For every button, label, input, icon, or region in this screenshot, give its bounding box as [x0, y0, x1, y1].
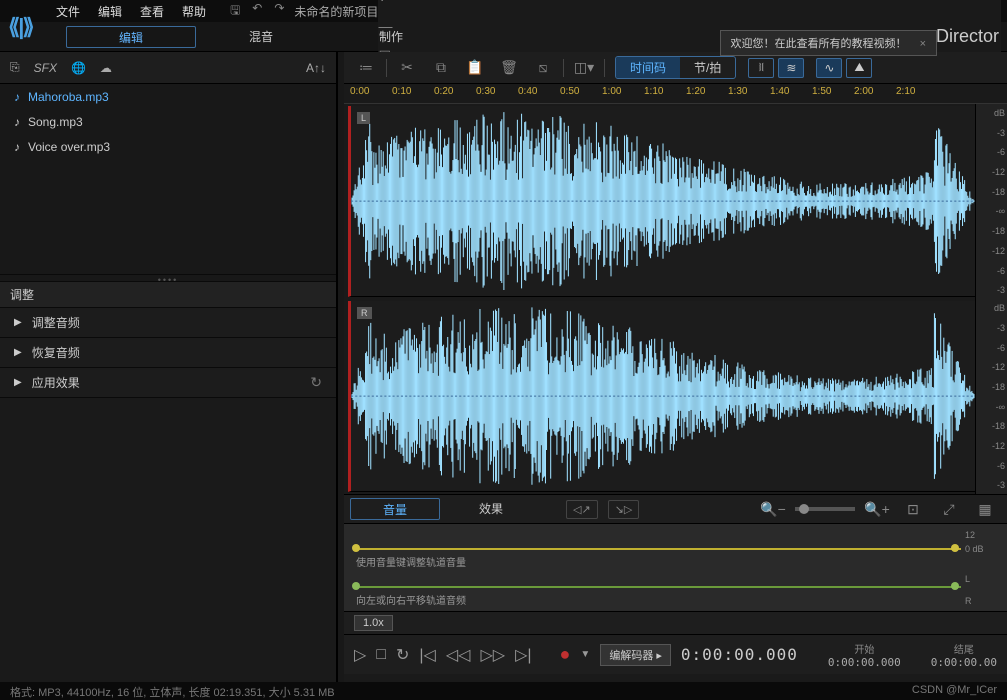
- copy-icon[interactable]: ⧉: [427, 57, 455, 79]
- zoom-slider[interactable]: [795, 507, 855, 511]
- mode-produce[interactable]: 制作: [326, 26, 456, 48]
- welcome-tip: 欢迎您！在此查看所有的教程视频！ ×: [720, 30, 938, 56]
- waveform-left-channel[interactable]: L: [348, 106, 975, 297]
- paste-icon[interactable]: 📋: [461, 57, 489, 79]
- mode-timecode[interactable]: 时间码: [616, 57, 680, 78]
- watermark: CSDN @Mr_ICer: [912, 684, 997, 698]
- zoom-in-icon[interactable]: 🔍+: [863, 498, 891, 520]
- sfx-button[interactable]: SFX: [34, 61, 57, 75]
- panel-resize-grip[interactable]: ••••: [0, 274, 336, 282]
- adjust-cat-audio[interactable]: ▶调整音频: [0, 308, 336, 338]
- menu-view[interactable]: 查看: [140, 3, 164, 20]
- zoom-custom-icon[interactable]: ▦: [971, 498, 999, 520]
- waveview-4-icon[interactable]: ⛰: [846, 58, 872, 78]
- channel-label-right: R: [357, 307, 372, 319]
- refresh-icon[interactable]: ↻: [310, 374, 322, 391]
- record-icon[interactable]: ●: [560, 644, 571, 665]
- cloud-icon[interactable]: ☁: [100, 61, 112, 75]
- sel-start: 开始0:00:00.000: [828, 641, 901, 669]
- mode-beat[interactable]: 节/拍: [680, 57, 735, 78]
- chevron-right-icon: ▶: [14, 347, 22, 358]
- adjust-cat-restore[interactable]: ▶恢复音频: [0, 338, 336, 368]
- playback-speed-button[interactable]: 1.0x: [354, 615, 393, 631]
- codec-button[interactable]: 编解码器 ▸: [600, 644, 671, 666]
- channel-label-left: L: [357, 112, 370, 124]
- waveview-3-icon[interactable]: ∿: [816, 58, 842, 78]
- play-icon[interactable]: ▷: [354, 645, 366, 665]
- file-list: ♪Mahoroba.mp3 ♪Song.mp3 ♪Voice over.mp3: [0, 84, 336, 274]
- music-note-icon: ♪: [14, 140, 20, 154]
- mode-mix[interactable]: 混音: [196, 26, 326, 48]
- crop-icon[interactable]: ⧅: [529, 57, 557, 79]
- waveview-1-icon[interactable]: ⧘⧙: [748, 58, 774, 78]
- chevron-right-icon: ▶: [14, 317, 22, 328]
- music-note-icon: ♪: [14, 90, 20, 104]
- app-logo: ⟪|⟫: [8, 14, 33, 40]
- brand-label: Director: [936, 26, 999, 47]
- web-icon[interactable]: 🌐: [71, 61, 86, 75]
- import-icon[interactable]: ⎘: [10, 60, 20, 75]
- file-item[interactable]: ♪Song.mp3: [0, 109, 336, 134]
- redo-icon[interactable]: ↷: [274, 1, 284, 22]
- forward-icon[interactable]: ▷▷: [480, 645, 505, 665]
- fade-out-icon[interactable]: ↘▷: [608, 500, 640, 519]
- fade-in-icon[interactable]: ◁↗: [566, 500, 598, 519]
- save-icon[interactable]: 🖫: [230, 1, 240, 22]
- current-time: 0:00:00.000: [681, 645, 798, 664]
- skip-start-icon[interactable]: |◁: [419, 645, 435, 665]
- help-icon[interactable]: ?: [378, 0, 1001, 4]
- fx-tab-volume[interactable]: 音量: [350, 498, 440, 520]
- zoom-fit-icon[interactable]: ⤢: [935, 498, 963, 520]
- selection-dropdown[interactable]: ◫▾: [570, 57, 598, 79]
- project-title: 未命名的新项目: [294, 3, 378, 20]
- file-item[interactable]: ♪Mahoroba.mp3: [0, 84, 336, 109]
- record-dropdown-icon[interactable]: ▼: [580, 649, 590, 660]
- cut-icon[interactable]: ✂: [393, 57, 421, 79]
- fx-tab-effect[interactable]: 效果: [446, 498, 536, 520]
- undo-icon[interactable]: ↶: [252, 1, 262, 22]
- tool-options-icon[interactable]: ≔: [352, 57, 380, 79]
- time-ruler[interactable]: 0:00 0:10 0:20 0:30 0:40 0:50 1:00 1:10 …: [344, 84, 1007, 104]
- tip-close-icon[interactable]: ×: [920, 38, 926, 50]
- zoom-sel-icon[interactable]: ⊡: [899, 498, 927, 520]
- music-note-icon: ♪: [14, 115, 20, 129]
- skip-end-icon[interactable]: ▷|: [515, 645, 531, 665]
- waveform-right-channel[interactable]: R: [348, 301, 975, 492]
- mode-edit[interactable]: 编辑: [66, 26, 196, 48]
- status-format: 格式: MP3, 44100Hz, 16 位, 立体声, 长度 02:19.35…: [10, 684, 335, 698]
- menu-edit[interactable]: 编辑: [98, 3, 122, 20]
- loop-icon[interactable]: ↻: [396, 645, 409, 665]
- sel-end: 结尾0:00:00.00: [931, 641, 997, 669]
- zoom-out-icon[interactable]: 🔍−: [759, 498, 787, 520]
- chevron-right-icon: ▶: [14, 377, 22, 388]
- db-scale: dB -3-6 -12-18 -∞ -18-12 -6-3 dB -3-6 -1…: [975, 104, 1007, 494]
- stop-icon[interactable]: □: [376, 646, 386, 664]
- volume-envelope-label: 使用音量键调整轨道音量: [356, 554, 466, 569]
- adjust-header: 调整: [0, 282, 336, 308]
- pan-envelope-label: 向左或向右平移轨道音频: [356, 592, 466, 607]
- delete-icon[interactable]: 🗑: [495, 57, 523, 79]
- adjust-cat-effect[interactable]: ▶应用效果↻: [0, 368, 336, 398]
- font-size-button[interactable]: A↑↓: [306, 61, 326, 75]
- waveview-2-icon[interactable]: ≋: [778, 58, 804, 78]
- menu-help[interactable]: 帮助: [182, 3, 206, 20]
- rewind-icon[interactable]: ◁◁: [446, 645, 471, 665]
- envelope-area[interactable]: 使用音量键调整轨道音量 向左或向右平移轨道音频 12 0 dB L R: [344, 524, 1007, 612]
- menu-file[interactable]: 文件: [56, 3, 80, 20]
- file-item[interactable]: ♪Voice over.mp3: [0, 134, 336, 159]
